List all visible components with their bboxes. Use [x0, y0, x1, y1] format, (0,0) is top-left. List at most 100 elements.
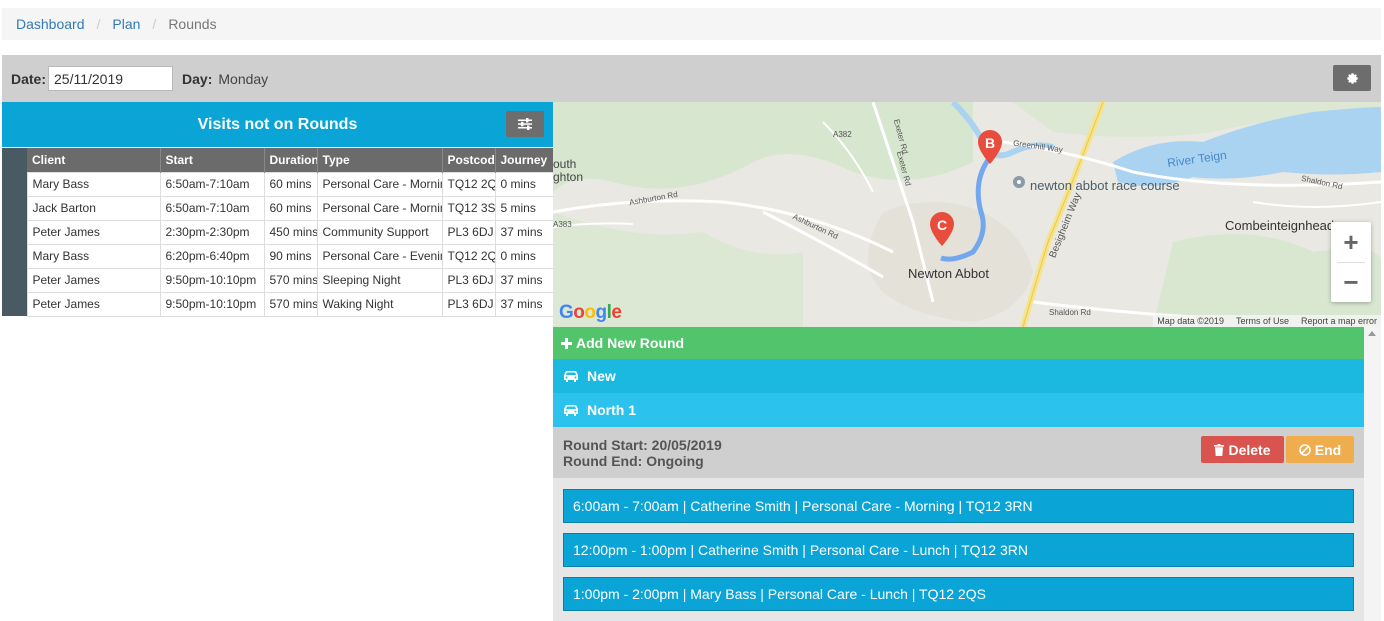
map-view[interactable]: B C outh ghton Newton Abbot newton abbot… [553, 102, 1381, 327]
plus-icon [561, 337, 572, 349]
row-strip [2, 196, 27, 220]
visits-panel-title: Visits not on Rounds [197, 115, 358, 133]
table-row[interactable]: Mary Bass 6:20pm-6:40pm 90 mins Personal… [2, 243, 554, 269]
row-strip [2, 268, 27, 292]
round-item-north-1[interactable]: North 1 [553, 393, 1364, 427]
round-visits-list: 6:00am - 7:00am | Catherine Smith | Pers… [553, 478, 1364, 621]
column-header-start[interactable]: Start [160, 148, 265, 172]
sliders-icon [518, 118, 532, 130]
column-header-client[interactable]: Client [27, 148, 161, 172]
map-label-combeinteignhead: Combeinteignhead [1225, 218, 1335, 233]
cell-client: Peter James [26, 291, 161, 317]
report-map-error-link[interactable]: Report a map error [1301, 316, 1377, 326]
column-header-postcode[interactable]: Postcode [442, 148, 496, 172]
google-logo[interactable]: Google [559, 302, 622, 324]
breadcrumb-current: Rounds [168, 16, 217, 32]
delete-label: Delete [1228, 441, 1271, 458]
table-row[interactable]: Mary Bass 6:50am-7:10am 60 mins Personal… [2, 171, 554, 197]
row-strip [2, 148, 27, 172]
cell-postcode: PL3 6DJ [441, 219, 496, 245]
cell-start: 9:50pm-10:10pm [159, 291, 265, 317]
breadcrumb-dashboard-link[interactable]: Dashboard [16, 16, 85, 32]
cell-type: Sleeping Night [316, 267, 443, 293]
cell-client: Peter James [26, 267, 161, 293]
marker-c-label[interactable]: C [937, 217, 947, 233]
cell-start: 9:50pm-10:10pm [159, 267, 265, 293]
row-strip [2, 244, 27, 268]
breadcrumb-separator: / [96, 16, 101, 32]
cell-journey: 37 mins [494, 291, 554, 317]
row-strip [2, 292, 27, 316]
scroll-up-arrow[interactable] [1368, 331, 1376, 336]
cell-postcode: TQ12 2QS [441, 171, 496, 197]
table-row[interactable]: Peter James 9:50pm-10:10pm 570 mins Waki… [2, 291, 554, 317]
map-data-credit: Map data ©2019 [1157, 316, 1224, 326]
cell-client: Jack Barton [26, 195, 161, 221]
cell-type: Community Support [316, 219, 443, 245]
cell-journey: 0 mins [494, 243, 554, 269]
terms-of-use-link[interactable]: Terms of Use [1236, 316, 1289, 326]
end-round-button[interactable]: End [1286, 436, 1354, 463]
table-row[interactable]: Peter James 2:30pm-2:30pm 450 mins Commu… [2, 219, 554, 245]
breadcrumb: Dashboard / Plan / Rounds [2, 8, 1381, 40]
round-item-new[interactable]: New [553, 359, 1364, 393]
column-header-journey[interactable]: Journey [495, 148, 554, 172]
cell-type: Personal Care - Morning [316, 171, 443, 197]
visits-panel-header: Visits not on Rounds [2, 102, 553, 147]
zoom-in-button[interactable]: + [1331, 222, 1371, 262]
round-item-label: New [587, 368, 616, 384]
column-header-duration[interactable]: Duration [264, 148, 318, 172]
cell-postcode: PL3 6DJ [441, 291, 496, 317]
cell-duration: 570 mins [263, 267, 318, 293]
table-row[interactable]: Peter James 9:50pm-10:10pm 570 mins Slee… [2, 267, 554, 293]
round-visit-item[interactable]: 12:00pm - 1:00pm | Catherine Smith | Per… [563, 533, 1354, 567]
map-canvas[interactable] [553, 102, 1381, 327]
table-row[interactable]: Jack Barton 6:50am-7:10am 60 mins Person… [2, 195, 554, 221]
cell-client: Mary Bass [26, 243, 161, 269]
map-label-ghton: ghton [553, 170, 584, 184]
round-item-label: North 1 [587, 402, 636, 418]
scrollbar[interactable] [1364, 327, 1381, 621]
date-input[interactable] [48, 66, 174, 91]
cell-journey: 37 mins [494, 267, 554, 293]
cell-duration: 60 mins [263, 195, 318, 221]
round-visit-item[interactable]: 6:00am - 7:00am | Catherine Smith | Pers… [563, 489, 1354, 523]
delete-round-button[interactable]: Delete [1201, 436, 1284, 463]
visits-table: Client Start Duration Type Postcode Jour… [2, 148, 554, 317]
cell-duration: 450 mins [263, 219, 318, 245]
map-label-race-course: newton abbot race course [1030, 178, 1180, 193]
map-zoom-controls: + − [1331, 222, 1371, 302]
map-label-a382: A382 [833, 130, 852, 139]
cell-duration: 570 mins [263, 291, 318, 317]
gear-icon [1346, 72, 1358, 84]
cell-postcode: TQ12 3SX [441, 195, 496, 221]
add-new-round-button[interactable]: Add New Round [553, 327, 1364, 359]
cell-postcode: PL3 6DJ [441, 267, 496, 293]
cell-start: 6:50am-7:10am [159, 195, 265, 221]
date-bar: Date: Day: Monday [2, 55, 1381, 102]
map-label-shaldon-rd-2: Shaldon Rd [1049, 308, 1091, 317]
map-label-a383: A383 [553, 220, 572, 229]
settings-button[interactable] [1333, 65, 1371, 91]
zoom-out-button[interactable]: − [1331, 262, 1371, 302]
cell-type: Waking Night [316, 291, 443, 317]
map-label-newton-abbot: Newton Abbot [908, 266, 989, 281]
map-label-south: outh [553, 157, 577, 171]
row-strip [2, 172, 27, 196]
car-icon [563, 404, 579, 416]
cell-postcode: TQ12 2QS [441, 243, 496, 269]
cell-journey: 5 mins [494, 195, 554, 221]
round-visit-item[interactable]: 1:00pm - 2:00pm | Mary Bass | Personal C… [563, 577, 1354, 611]
filter-button[interactable] [506, 111, 544, 137]
add-new-round-label: Add New Round [576, 335, 685, 351]
table-header-row: Client Start Duration Type Postcode Jour… [2, 148, 554, 172]
trash-icon [1214, 443, 1225, 456]
column-header-type[interactable]: Type [317, 148, 443, 172]
day-label: Day: [182, 70, 213, 87]
car-icon [563, 370, 579, 382]
breadcrumb-plan-link[interactable]: Plan [112, 16, 140, 32]
zoom-divider [1337, 262, 1365, 263]
ban-icon [1298, 443, 1311, 456]
cell-journey: 37 mins [494, 219, 554, 245]
marker-b-label[interactable]: B [985, 135, 995, 151]
